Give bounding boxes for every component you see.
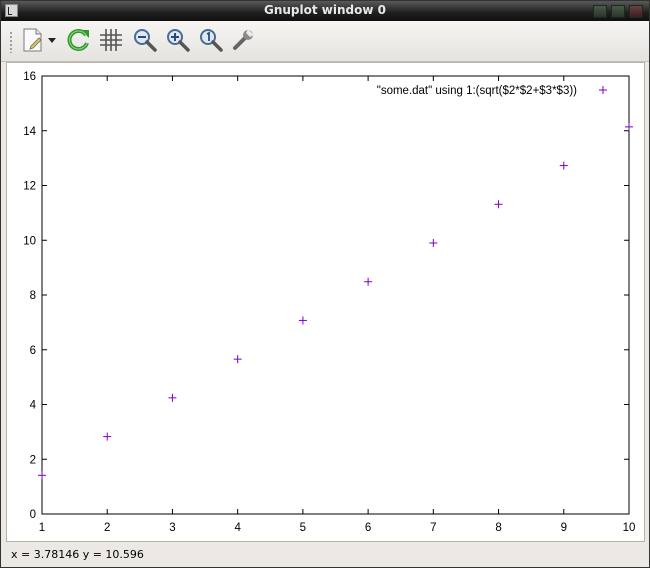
scatter-plot[interactable]: 1 2 3 4 5 6 7 8 9 100246810121416 "some.dat" usin… xyxy=(7,63,644,541)
cursor-coordinates: x = 3.78146 y = 10.596 xyxy=(11,548,144,561)
export-icon xyxy=(23,28,42,52)
plot-border xyxy=(41,75,630,515)
x-tick-label: 3 xyxy=(169,522,175,534)
maximize-button[interactable] xyxy=(611,5,625,18)
window-title: Gnuplot window 0 xyxy=(264,3,386,17)
data-point xyxy=(494,200,503,209)
zoom-back-icon xyxy=(134,29,157,52)
x-tick-label: 6 xyxy=(365,522,371,534)
data-point xyxy=(298,316,307,325)
data-point xyxy=(429,239,438,248)
data-point xyxy=(103,432,112,441)
x-tick-label: 5 xyxy=(300,522,306,534)
y-tick-label: 14 xyxy=(23,126,36,138)
zoom-forward-button[interactable] xyxy=(164,25,192,55)
data-point xyxy=(168,393,177,402)
data-point xyxy=(559,161,568,170)
data-point xyxy=(233,355,242,364)
settings-icon xyxy=(233,29,254,50)
legend-marker-plus xyxy=(599,86,607,94)
x-tick-label: 10 xyxy=(623,522,636,534)
x-tick-label: 2 xyxy=(104,522,110,534)
x-tick-label: 4 xyxy=(234,522,241,534)
zoom-reset-button[interactable] xyxy=(197,25,225,55)
zoom-back-button[interactable] xyxy=(131,25,159,55)
data-point xyxy=(364,277,373,286)
grid-icon xyxy=(100,29,122,51)
y-tick-label: 16 xyxy=(23,71,36,83)
grid-button[interactable] xyxy=(97,25,125,55)
legend-label: "some.dat" using 1:(sqrt($2*$2+$3*$3)) xyxy=(377,85,577,97)
zoom-reset-icon xyxy=(200,29,223,52)
x-tick-label: 1 xyxy=(39,522,45,534)
settings-button[interactable] xyxy=(229,25,257,55)
title-bar[interactable]: Gnuplot window 0 xyxy=(1,1,649,21)
x-tick-label: 7 xyxy=(430,522,436,534)
gnuplot-window: Gnuplot window 0 1 2 3 4 5 6 7 8 9 10 0 … xyxy=(0,0,650,568)
minimize-button[interactable] xyxy=(593,5,607,18)
export-menu-button[interactable] xyxy=(45,25,59,55)
export-menu-arrow-icon xyxy=(48,38,56,43)
y-tick-label: 2 xyxy=(30,454,36,466)
data-point xyxy=(38,471,46,480)
x-tick-label: 9 xyxy=(561,522,567,534)
close-button[interactable] xyxy=(629,5,643,18)
plot-area[interactable]: 1 2 3 4 5 6 7 8 9 10 0 2 4 6 8 10 12 14 16 "some.dat" usin… xyxy=(6,62,645,542)
y-tick-label: 4 xyxy=(30,400,37,412)
y-tick-label: 12 xyxy=(23,181,36,193)
y-tick-label: 6 xyxy=(30,345,36,357)
x-tick-label: 8 xyxy=(495,522,501,534)
y-tick-label: 8 xyxy=(30,290,36,302)
y-tick-label: 10 xyxy=(23,235,36,247)
toolbar xyxy=(1,21,649,62)
export-button[interactable] xyxy=(19,25,47,55)
replot-icon xyxy=(67,29,89,51)
legend-marker xyxy=(599,86,607,94)
status-bar: x = 3.78146 y = 10.596 xyxy=(1,544,649,567)
y-tick-label: 0 xyxy=(30,509,36,521)
zoom-forward-icon xyxy=(167,29,190,52)
legend: "some.dat" using 1:(sqrt($2*$2+$3*$3)) xyxy=(377,85,607,97)
data-point xyxy=(625,122,633,131)
toolbar-grip[interactable] xyxy=(9,31,13,53)
replot-button[interactable] xyxy=(65,25,93,55)
